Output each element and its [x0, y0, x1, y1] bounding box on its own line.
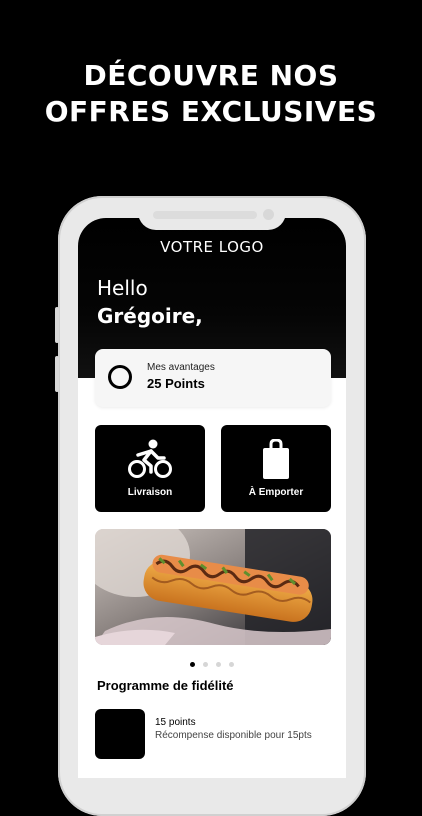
- app-screen: VOTRE LOGO Hello Grégoire, Mes avantages…: [78, 218, 346, 778]
- points-card-value: 25 Points: [147, 376, 205, 391]
- delivery-label: Livraison: [127, 487, 173, 498]
- loyalty-section-title: Programme de fidélité: [97, 678, 234, 693]
- promo-carousel-slide[interactable]: [95, 529, 331, 645]
- carousel-dot[interactable]: [203, 662, 208, 667]
- phone-volume-down-button: [55, 356, 59, 392]
- user-name: Grégoire,: [97, 304, 203, 328]
- reward-thumbnail[interactable]: [95, 709, 145, 759]
- points-card-label: Mes avantages: [147, 362, 215, 373]
- reward-points: 15 points: [155, 717, 196, 728]
- takeaway-button[interactable]: À Emporter: [221, 425, 331, 512]
- carousel-dot[interactable]: [216, 662, 221, 667]
- loyalty-points-card[interactable]: Mes avantages 25 Points: [95, 349, 331, 407]
- phone-speaker: [153, 211, 257, 219]
- carousel-dot-active[interactable]: [190, 662, 195, 667]
- app-logo: VOTRE LOGO: [160, 238, 264, 256]
- greeting-text: Hello: [97, 276, 148, 300]
- phone-volume-up-button: [55, 307, 59, 343]
- food-hotdog-photo: [95, 529, 331, 645]
- promo-headline-line2: OFFRES EXCLUSIVES: [44, 95, 378, 128]
- cyclist-icon: [95, 439, 205, 484]
- takeaway-label: À Emporter: [248, 487, 304, 498]
- promo-headline: DÉCOUVRE NOS OFFRES EXCLUSIVES: [0, 58, 422, 130]
- promo-headline-line1: DÉCOUVRE NOS: [83, 59, 339, 92]
- phone-camera: [263, 209, 274, 220]
- carousel-dot[interactable]: [229, 662, 234, 667]
- shopping-bag-icon: [221, 438, 331, 484]
- carousel-pagination[interactable]: [78, 654, 346, 672]
- delivery-button[interactable]: Livraison: [95, 425, 205, 512]
- ring-icon: [108, 365, 132, 389]
- reward-description: Récompense disponible pour 15pts: [155, 730, 312, 741]
